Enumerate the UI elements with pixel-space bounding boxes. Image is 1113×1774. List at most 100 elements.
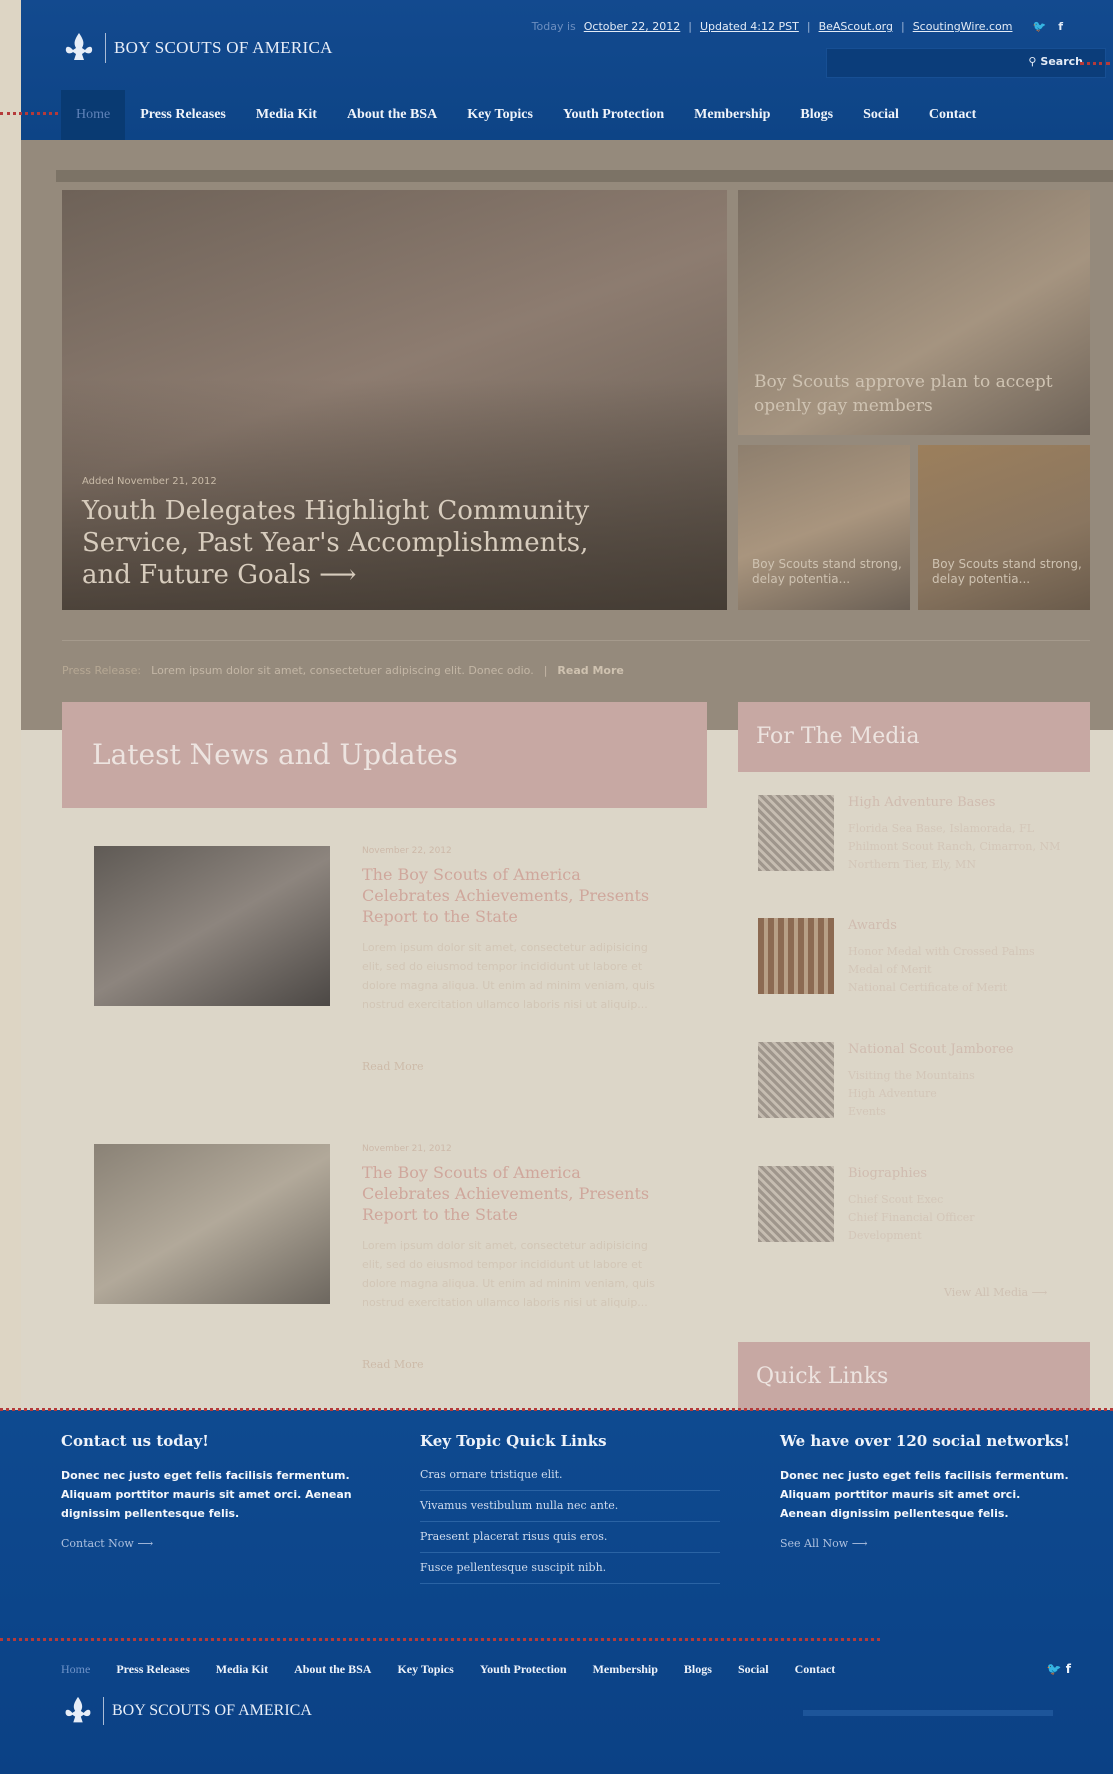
footer-nav-key-topics[interactable]: Key Topics (397, 1662, 453, 1677)
footer-quick-link[interactable]: Vivamus vestibulum nulla nec ante. (420, 1491, 720, 1522)
footer-navigation: Home Press Releases Media Kit About the … (61, 1662, 861, 1677)
topbar: Today is October 22, 2012 | Updated 4:12… (532, 20, 1063, 33)
footer-quick-link[interactable]: Fusce pellentesque suscipit nibh. (420, 1553, 720, 1584)
media-link[interactable]: Events (848, 1103, 1088, 1121)
footer-nav-media-kit[interactable]: Media Kit (216, 1662, 268, 1677)
media-link[interactable]: Florida Sea Base, Islamorada, FL (848, 820, 1088, 838)
footer-nav-social[interactable]: Social (738, 1662, 769, 1677)
nav-item-about[interactable]: About the BSA (332, 90, 452, 140)
news-item: November 22, 2012 The Boy Scouts of Amer… (94, 846, 694, 1096)
media-link[interactable]: Honor Medal with Crossed Palms (848, 943, 1088, 961)
media-title-link[interactable]: High Adventure Bases (848, 795, 995, 810)
date-link[interactable]: October 22, 2012 (584, 20, 681, 33)
footer-nav-press-releases[interactable]: Press Releases (116, 1662, 189, 1677)
side-feature-b[interactable]: Boy Scouts stand strong, delay potentia.… (918, 445, 1090, 610)
nav-item-press-releases[interactable]: Press Releases (125, 90, 241, 140)
nav-item-youth-protection[interactable]: Youth Protection (548, 90, 679, 140)
view-all-media-link[interactable]: View All Media ⟶ (944, 1286, 1047, 1299)
press-text: Lorem ipsum dolor sit amet, consectetuer… (151, 664, 534, 677)
nav-item-social[interactable]: Social (848, 90, 914, 140)
footer-quick-links-heading: Key Topic Quick Links (420, 1432, 607, 1450)
footer-logo[interactable]: BOY SCOUTS OF AMERICA (61, 1694, 312, 1728)
see-all-now-link[interactable]: See All Now ⟶ (780, 1537, 1070, 1550)
media-item: Awards Honor Medal with Crossed Palms Me… (758, 918, 1088, 1008)
media-thumbnail[interactable] (758, 918, 834, 994)
separator: | (806, 20, 811, 33)
news-read-more-link[interactable]: Read More (362, 1060, 424, 1073)
media-thumbnail[interactable] (758, 795, 834, 871)
quick-links-title: Quick Links (756, 1364, 889, 1389)
media-link[interactable]: Chief Financial Officer (848, 1209, 1088, 1227)
news-item: November 21, 2012 The Boy Scouts of Amer… (94, 1144, 694, 1394)
arrow-right-icon: ⟶ (319, 560, 357, 590)
footer-social-icons[interactable]: 🐦 f (1047, 1662, 1071, 1676)
fleur-de-lis-icon (65, 1696, 91, 1723)
latest-news-title: Latest News and Updates (92, 738, 458, 771)
nav-item-media-kit[interactable]: Media Kit (241, 90, 332, 140)
news-read-more-link[interactable]: Read More (362, 1358, 424, 1371)
press-divider (62, 640, 1090, 641)
nav-item-contact[interactable]: Contact (914, 90, 991, 140)
logo-divider (105, 33, 106, 63)
media-link[interactable]: National Certificate of Merit (848, 979, 1088, 997)
footer-nav-home[interactable]: Home (61, 1662, 90, 1677)
annotation-marker (0, 1408, 1113, 1411)
logo-divider (103, 1697, 104, 1725)
footer-nav-about[interactable]: About the BSA (294, 1662, 371, 1677)
footer-quick-links-column: Key Topic Quick Links Cras ornare tristi… (420, 1432, 720, 1584)
side-feature-top[interactable]: Boy Scouts approve plan to accept openly… (738, 190, 1090, 435)
news-thumbnail[interactable] (94, 1144, 330, 1304)
media-thumbnail[interactable] (758, 1042, 834, 1118)
footer-contact-column: Contact us today! Donec nec justo eget f… (61, 1432, 361, 1550)
media-thumbnail[interactable] (758, 1166, 834, 1242)
separator: | (900, 20, 905, 33)
footer-nav-contact[interactable]: Contact (795, 1662, 836, 1677)
side-feature-a[interactable]: Boy Scouts stand strong, delay potentia.… (738, 445, 910, 610)
footer-quick-link[interactable]: Praesent placerat risus quis eros. (420, 1522, 720, 1553)
hero-feature[interactable]: Added November 21, 2012 Youth Delegates … (62, 190, 727, 610)
media-link[interactable]: Chief Scout Exec (848, 1191, 1088, 1209)
news-thumbnail[interactable] (94, 846, 330, 1006)
media-title-link[interactable]: National Scout Jamboree (848, 1042, 1014, 1057)
facebook-icon[interactable]: f (1058, 20, 1063, 33)
media-link[interactable]: Medal of Merit (848, 961, 1088, 979)
nav-item-key-topics[interactable]: Key Topics (452, 90, 548, 140)
contact-now-link[interactable]: Contact Now ⟶ (61, 1537, 361, 1550)
beascout-link[interactable]: BeAScout.org (819, 20, 893, 33)
media-link[interactable]: Northern Tier, Ely, MN (848, 856, 1088, 874)
site-logo[interactable]: BOY SCOUTS OF AMERICA (61, 30, 333, 66)
nav-item-blogs[interactable]: Blogs (785, 90, 848, 140)
footer-nav-youth-protection[interactable]: Youth Protection (480, 1662, 567, 1677)
footer-social-heading: We have over 120 social networks! (780, 1432, 1070, 1450)
footer-social-column: We have over 120 social networks! Donec … (780, 1432, 1070, 1550)
for-the-media-title: For The Media (756, 724, 920, 749)
hero-date: Added November 21, 2012 (82, 476, 217, 487)
footer-copyright-bar (803, 1710, 1053, 1716)
footer-quick-link[interactable]: Cras ornare tristique elit. (420, 1460, 720, 1491)
media-link[interactable]: Development (848, 1227, 1088, 1245)
twitter-icon[interactable]: 🐦 (1033, 20, 1047, 33)
media-title-link[interactable]: Awards (848, 918, 897, 933)
nav-item-home[interactable]: Home (61, 90, 126, 140)
scoutingwire-link[interactable]: ScoutingWire.com (913, 20, 1013, 33)
news-date: November 21, 2012 (362, 1144, 452, 1154)
news-title-link[interactable]: The Boy Scouts of America Celebrates Ach… (362, 1162, 652, 1225)
footer-nav-membership[interactable]: Membership (593, 1662, 658, 1677)
annotation-marker (1080, 62, 1110, 65)
nav-item-membership[interactable]: Membership (679, 90, 785, 140)
media-title-link[interactable]: Biographies (848, 1166, 927, 1181)
media-link[interactable]: Philmont Scout Ranch, Cimarron, NM (848, 838, 1088, 856)
news-title-link[interactable]: The Boy Scouts of America Celebrates Ach… (362, 864, 652, 927)
side-a-caption: Boy Scouts stand strong, delay potentia.… (752, 557, 902, 586)
search-button[interactable]: ⚲ Search (1028, 55, 1083, 68)
hero-title[interactable]: Youth Delegates Highlight Community Serv… (82, 495, 642, 591)
press-ticker: Press Release: Lorem ipsum dolor sit ame… (62, 664, 624, 677)
footer-nav-blogs[interactable]: Blogs (684, 1662, 712, 1677)
updated-link[interactable]: Updated 4:12 PST (700, 20, 799, 33)
site-footer: Contact us today! Donec nec justo eget f… (0, 1410, 1113, 1774)
hero-top-bar (56, 170, 1113, 182)
media-link[interactable]: Visiting the Mountains (848, 1067, 1088, 1085)
media-link[interactable]: High Adventure (848, 1085, 1088, 1103)
quick-links-header[interactable]: Quick Links (738, 1342, 1090, 1410)
press-read-more-link[interactable]: Read More (557, 664, 623, 677)
